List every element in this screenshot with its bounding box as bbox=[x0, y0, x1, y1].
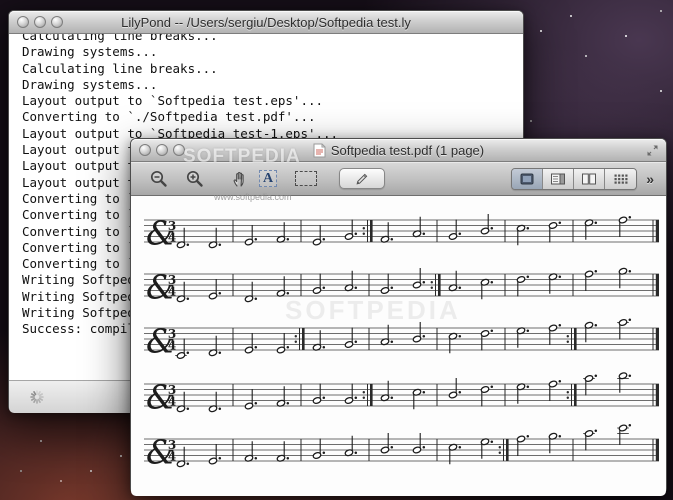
contact-sheet-grid-icon bbox=[614, 174, 628, 184]
terminal-titlebar[interactable]: LilyPond -- /Users/sergiu/Desktop/Softpe… bbox=[9, 11, 523, 34]
svg-text:4: 4 bbox=[168, 450, 176, 464]
zoom-out-button[interactable] bbox=[149, 169, 169, 189]
preview-window-controls bbox=[139, 144, 190, 156]
close-button[interactable] bbox=[139, 144, 151, 156]
magnifier-plus-icon bbox=[186, 170, 203, 187]
desktop: LilyPond -- /Users/sergiu/Desktop/Softpe… bbox=[0, 0, 673, 500]
magnifier-minus-icon bbox=[150, 170, 167, 187]
terminal-window-controls bbox=[17, 16, 68, 28]
pdf-document-icon bbox=[313, 143, 326, 157]
letter-a-icon: A bbox=[259, 170, 278, 187]
text-tool-button[interactable]: A bbox=[259, 170, 278, 187]
zoom-in-button[interactable] bbox=[185, 169, 205, 189]
sidebar-thumbnails-icon bbox=[551, 173, 566, 184]
svg-text:4: 4 bbox=[168, 231, 176, 245]
close-button[interactable] bbox=[17, 16, 29, 28]
terminal-line: Calculating line breaks... bbox=[22, 60, 218, 76]
sheet-music: &34&34&34&34&34 bbox=[144, 214, 659, 472]
single-page-icon bbox=[520, 173, 534, 184]
annotate-button[interactable] bbox=[339, 168, 386, 189]
progress-spinner-icon bbox=[30, 390, 44, 404]
move-tool-button[interactable] bbox=[231, 170, 249, 188]
view-contact-sheet-button[interactable] bbox=[605, 168, 637, 189]
pencil-icon bbox=[356, 173, 368, 184]
terminal-title: LilyPond -- /Users/sergiu/Desktop/Softpe… bbox=[121, 14, 411, 30]
preview-title: Softpedia test.pdf (1 page) bbox=[330, 142, 485, 158]
pdf-page-canvas[interactable]: & 3 4 & 3 4 & 3 4 & 3 4 & 3 4 bbox=[131, 196, 666, 496]
starfield bbox=[0, 0, 2, 2]
view-thumbnails-button[interactable] bbox=[543, 168, 575, 189]
fullscreen-button[interactable] bbox=[646, 144, 659, 157]
minimize-button[interactable] bbox=[156, 144, 168, 156]
preview-titlebar[interactable]: Softpedia test.pdf (1 page) bbox=[131, 139, 666, 162]
preview-window: Softpedia test.pdf (1 page) A » & 3 4 & … bbox=[130, 138, 667, 496]
dashed-rect-icon bbox=[295, 171, 318, 186]
minimize-button[interactable] bbox=[34, 16, 46, 28]
svg-text:4: 4 bbox=[168, 395, 176, 409]
svg-text:4: 4 bbox=[168, 285, 176, 299]
view-two-pages-button[interactable] bbox=[574, 168, 606, 189]
view-content-button[interactable] bbox=[512, 168, 544, 189]
terminal-line: Drawing systems... bbox=[22, 76, 158, 92]
preview-toolbar: A » bbox=[131, 162, 666, 196]
select-tool-button[interactable] bbox=[295, 171, 318, 186]
view-mode-segmented-control bbox=[511, 167, 638, 190]
svg-text:4: 4 bbox=[168, 339, 176, 353]
terminal-line: Drawing systems... bbox=[22, 44, 158, 60]
toolbar-overflow-button[interactable]: » bbox=[646, 171, 654, 187]
hand-icon bbox=[233, 171, 244, 187]
terminal-line: Converting to `./Softpedia test.pdf'... bbox=[22, 109, 316, 125]
zoom-button[interactable] bbox=[173, 144, 185, 156]
terminal-line: Calculating line breaks... bbox=[22, 34, 218, 43]
terminal-line: Layout output to `Softpedia test.eps'... bbox=[22, 93, 324, 109]
zoom-button[interactable] bbox=[51, 16, 63, 28]
two-pages-icon bbox=[582, 173, 597, 184]
